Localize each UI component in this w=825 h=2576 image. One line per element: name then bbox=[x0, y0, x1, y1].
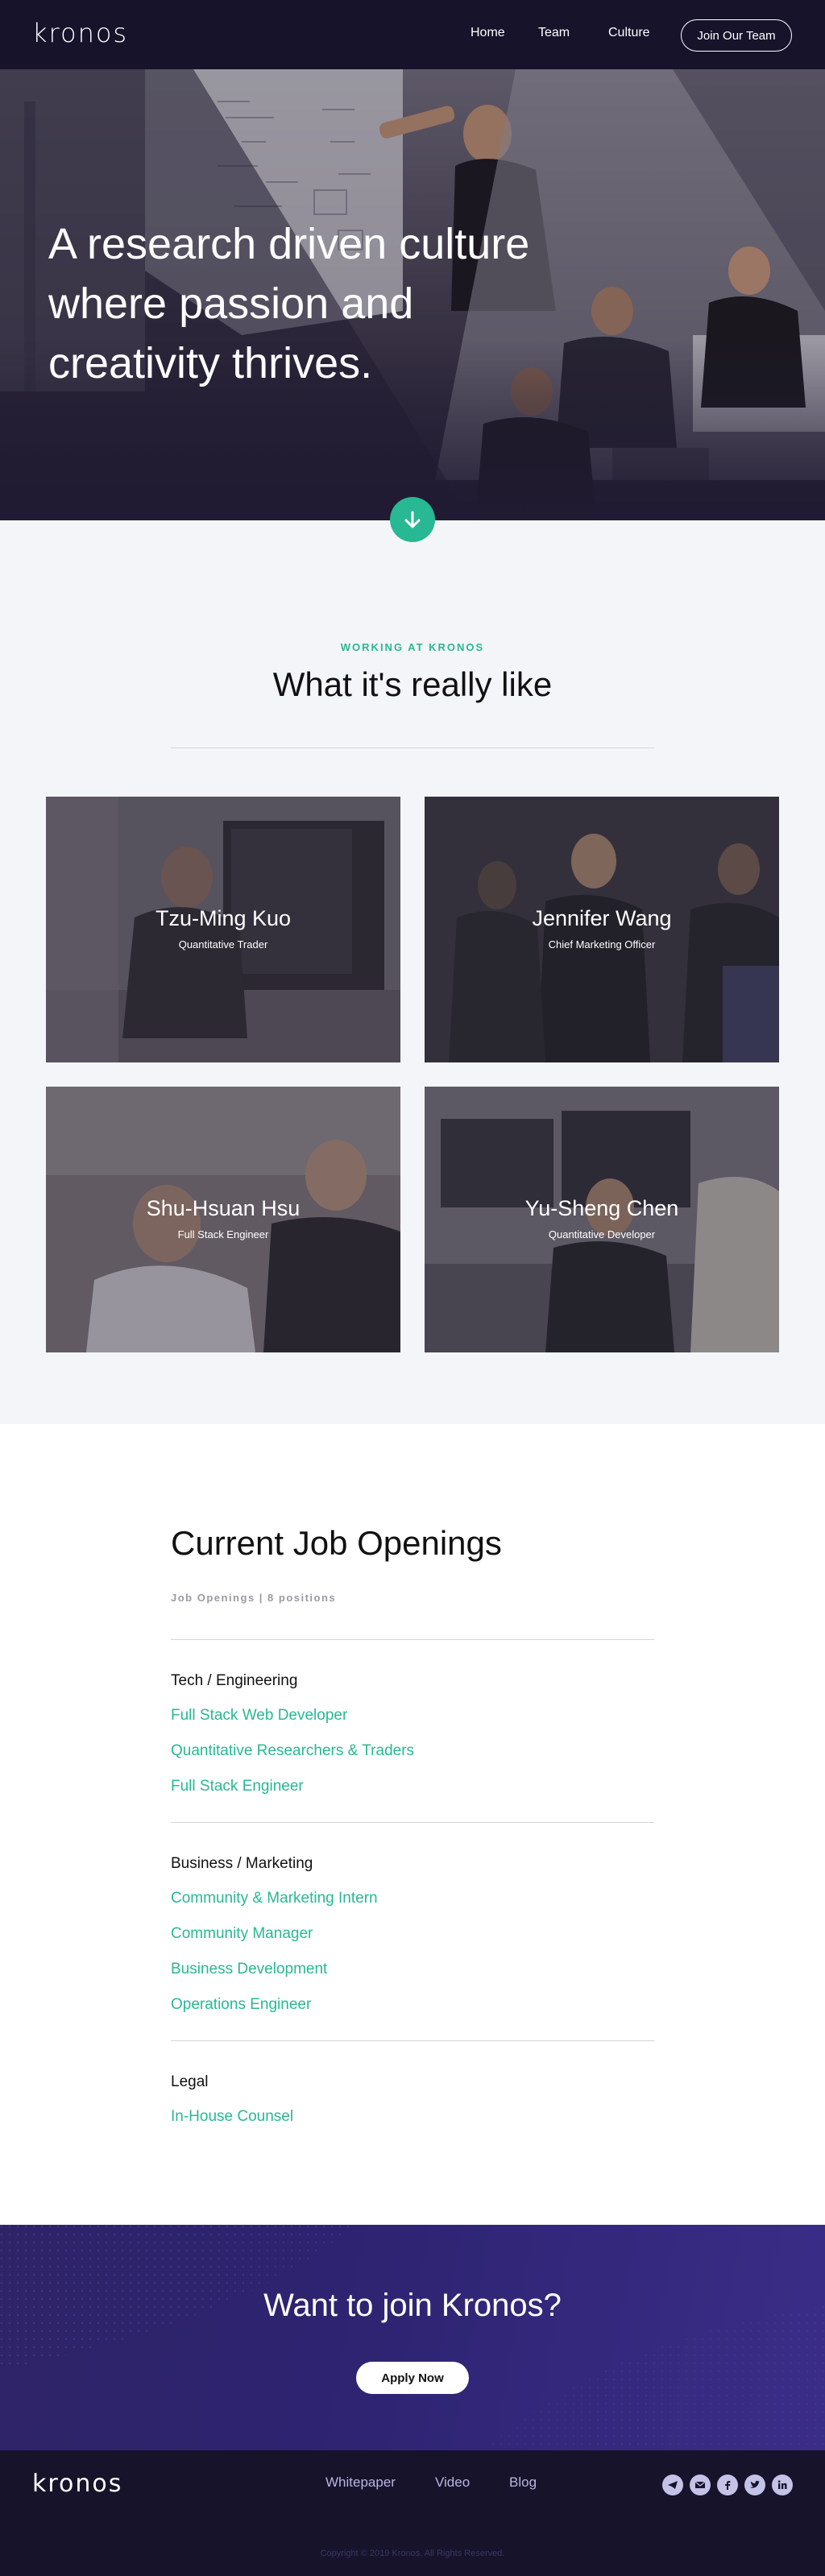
footer: kronos Whitepaper Video Blog Copyright ©… bbox=[0, 2450, 825, 2576]
cta-pattern bbox=[0, 2225, 825, 2450]
divider bbox=[171, 1639, 654, 1640]
person-card[interactable]: Tzu-Ming Kuo Quantitative Trader bbox=[46, 797, 400, 1062]
hero-section: A research driven culture where passion … bbox=[0, 69, 825, 520]
linkedin-icon[interactable] bbox=[772, 2475, 793, 2495]
person-name: Shu-Hsuan Hsu bbox=[146, 1196, 301, 1220]
nav-link-culture[interactable]: Culture bbox=[608, 26, 650, 40]
copyright-text: Copyright © 2019 Kronos. All Rights Rese… bbox=[320, 2549, 505, 2558]
cta-title: Want to join Kronos? bbox=[263, 2288, 562, 2323]
footer-link-blog[interactable]: Blog bbox=[509, 2475, 537, 2491]
job-link[interactable]: Community Manager bbox=[171, 1925, 313, 1943]
person-name: Tzu-Ming Kuo bbox=[155, 906, 292, 930]
section-title: What it's really like bbox=[272, 665, 553, 703]
hero-title: A research driven culture where passion … bbox=[48, 220, 530, 387]
person-role: Quantitative Trader bbox=[178, 938, 268, 950]
footer-link-video[interactable]: Video bbox=[435, 2475, 470, 2491]
nav-link-home[interactable]: Home bbox=[471, 26, 505, 40]
jobs-count: Job Openings | 8 positions bbox=[171, 1592, 337, 1604]
facebook-icon-glyph bbox=[725, 2481, 731, 2490]
person-card[interactable]: Shu-Hsuan Hsu Full Stack Engineer bbox=[46, 1087, 400, 1352]
job-link[interactable]: Quantitative Researchers & Traders bbox=[171, 1742, 414, 1760]
job-link[interactable]: Community & Marketing Intern bbox=[171, 1890, 378, 1907]
nav-link-team[interactable]: Team bbox=[538, 26, 570, 40]
person-name: Jennifer Wang bbox=[532, 906, 672, 930]
twitter-icon[interactable] bbox=[744, 2475, 765, 2495]
facebook-icon[interactable] bbox=[717, 2475, 738, 2495]
jobs-title: Current Job Openings bbox=[171, 1524, 502, 1562]
twitter-icon-glyph bbox=[750, 2480, 760, 2488]
divider bbox=[171, 1822, 654, 1823]
telegram-icon-glyph bbox=[668, 2481, 678, 2489]
person-name: Yu-Sheng Chen bbox=[524, 1196, 679, 1220]
job-link[interactable]: In-House Counsel bbox=[171, 2108, 293, 2126]
divider bbox=[171, 2040, 654, 2041]
top-nav: kronos Home Team Culture Join Our Team bbox=[0, 0, 825, 69]
telegram-icon[interactable] bbox=[662, 2475, 683, 2495]
jobs-section: Current Job Openings Job Openings | 8 po… bbox=[0, 1424, 825, 2225]
footer-logo[interactable]: kronos bbox=[32, 2470, 122, 2498]
job-category-title: Business / Marketing bbox=[171, 1855, 313, 1872]
person-role: Full Stack Engineer bbox=[177, 1228, 269, 1240]
person-card[interactable]: Yu-Sheng Chen Quantitative Developer bbox=[425, 1087, 779, 1352]
person-role: Chief Marketing Officer bbox=[548, 938, 656, 950]
linkedin-icon-glyph bbox=[777, 2480, 787, 2489]
job-link[interactable]: Full Stack Engineer bbox=[171, 1778, 304, 1795]
arrow-down-icon bbox=[404, 511, 421, 528]
job-link[interactable]: Operations Engineer bbox=[171, 1996, 311, 2014]
person-card[interactable]: Jennifer Wang Chief Marketing Officer bbox=[425, 797, 779, 1062]
join-cta-section: Want to join Kronos? Apply Now bbox=[0, 2225, 825, 2450]
kronos-logo[interactable]: kronos bbox=[32, 18, 128, 48]
job-category-title: Tech / Engineering bbox=[171, 1672, 298, 1689]
working-section: WORKING AT KRONOS What it's really like … bbox=[0, 520, 825, 1424]
join-our-team-button[interactable]: Join Our Team bbox=[681, 19, 792, 52]
person-role: Quantitative Developer bbox=[548, 1228, 656, 1240]
email-icon-glyph bbox=[694, 2481, 706, 2488]
apply-now-button[interactable]: Apply Now bbox=[356, 2362, 469, 2394]
job-category-title: Legal bbox=[171, 2073, 209, 2090]
email-icon[interactable] bbox=[690, 2475, 711, 2495]
section-eyebrow: WORKING AT KRONOS bbox=[340, 641, 485, 653]
footer-link-whitepaper[interactable]: Whitepaper bbox=[325, 2475, 396, 2491]
job-link[interactable]: Business Development bbox=[171, 1961, 327, 1978]
job-link[interactable]: Full Stack Web Developer bbox=[171, 1707, 347, 1725]
scroll-down-button[interactable] bbox=[390, 497, 435, 542]
